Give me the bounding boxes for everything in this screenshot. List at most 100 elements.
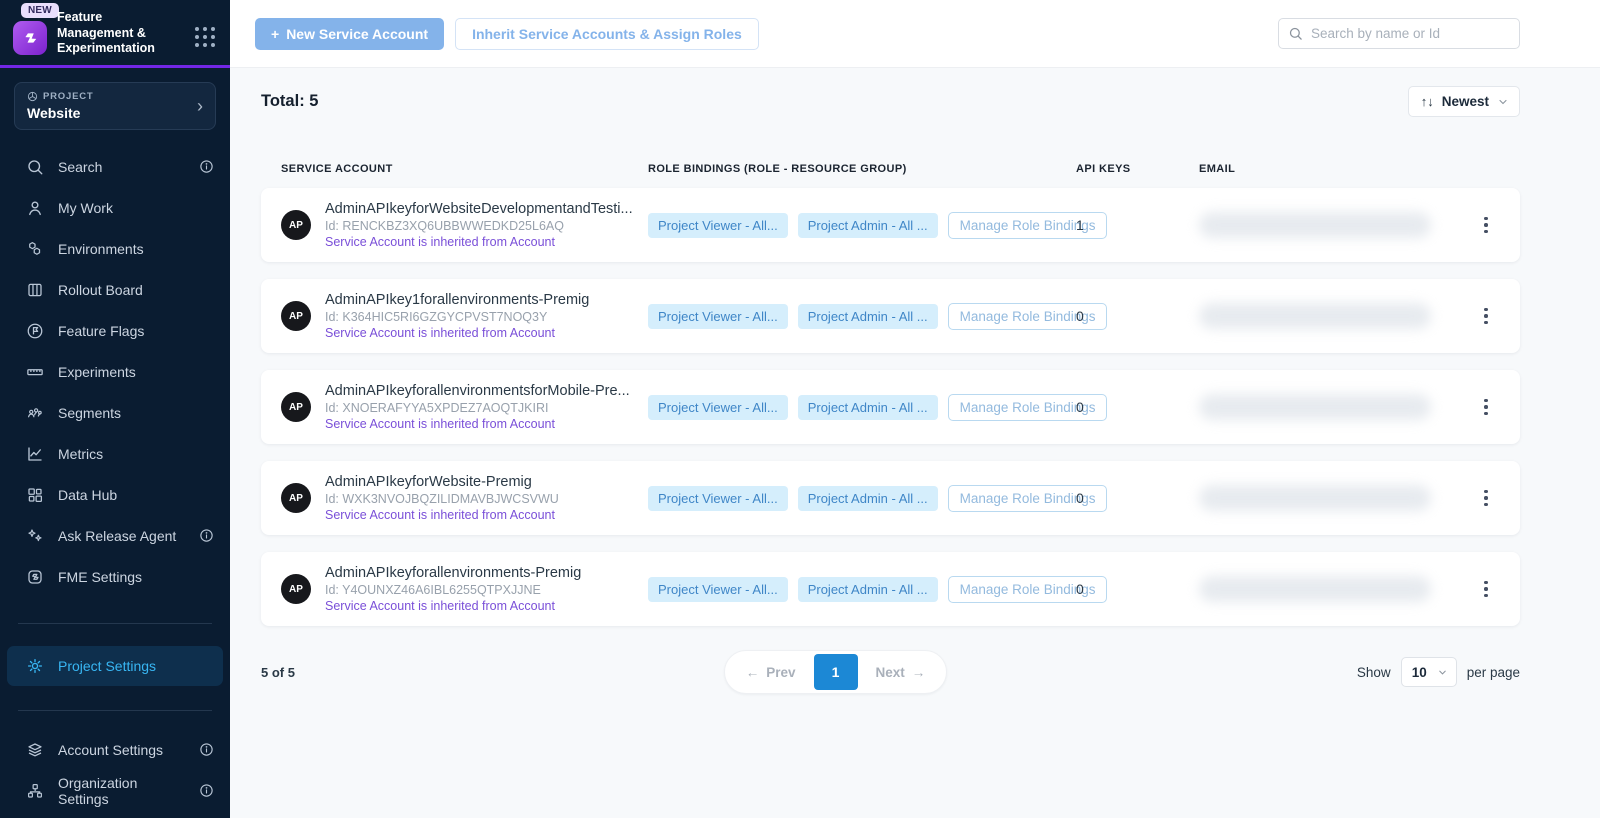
sidebar-item-rollout-board[interactable]: Rollout Board <box>0 269 230 310</box>
email-redacted <box>1199 485 1431 511</box>
service-account-id: Id: XNOERAFYYA5XPDEZ7AOQTJKIRI <box>325 401 630 415</box>
gear-icon <box>26 657 44 675</box>
api-keys-count: 0 <box>1076 308 1199 324</box>
app-logo-icon <box>13 21 47 55</box>
inherited-note: Service Account is inherited from Accoun… <box>325 508 559 522</box>
api-keys-count: 0 <box>1076 490 1199 506</box>
role-badge: Project Admin - All ... <box>798 577 938 602</box>
sidebar-item-metrics[interactable]: Metrics <box>0 433 230 474</box>
info-icon <box>199 159 214 174</box>
service-account-name: AdminAPIkeyforWebsite-Premig <box>325 474 559 490</box>
col-email: EMAIL <box>1199 163 1465 175</box>
col-role-bindings: ROLE BINDINGS (ROLE - RESOURCE GROUP) <box>648 163 1076 175</box>
sidebar-item-fme-settings[interactable]: FME Settings <box>0 556 230 597</box>
flag-circle-icon <box>26 322 44 340</box>
current-page[interactable]: 1 <box>814 654 858 690</box>
page-size-select[interactable]: 10 <box>1401 657 1457 687</box>
user-icon <box>26 199 44 217</box>
role-badge: Project Viewer - All... <box>648 577 788 602</box>
sidebar-item-segments[interactable]: Segments <box>0 392 230 433</box>
role-badge: Project Viewer - All... <box>648 395 788 420</box>
table-row: AP AdminAPIkeyforallenvironmentsforMobil… <box>261 370 1520 444</box>
sort-arrows-icon: ↑↓ <box>1421 94 1434 109</box>
search-icon <box>1288 26 1303 41</box>
service-account-name: AdminAPIkeyforallenvironmentsforMobile-P… <box>325 383 630 399</box>
service-account-id: Id: RENCKBZ3XQ6UBBWWEDKD25L6AQ <box>325 219 633 233</box>
new-badge: NEW <box>21 3 59 18</box>
info-icon <box>199 742 214 757</box>
email-redacted <box>1199 394 1431 420</box>
email-redacted <box>1199 303 1431 329</box>
service-account-id: Id: K364HIC5RI6GZGYCPVST7NOQ3Y <box>325 310 589 324</box>
api-keys-count: 0 <box>1076 581 1199 597</box>
app-root: NEW Feature Management & Experimentation… <box>0 0 1600 818</box>
next-page-button[interactable]: Next → <box>858 665 944 680</box>
table-row: AP AdminAPIkey1forallenvironments-Premig… <box>261 279 1520 353</box>
chevron-right-icon: › <box>197 97 203 115</box>
ruler-icon <box>26 363 44 381</box>
sidebar-nav: Search My Work Environments Rollout Boar… <box>0 146 230 597</box>
divider <box>18 623 212 624</box>
search-box <box>1278 18 1520 49</box>
hexagons-icon <box>26 240 44 258</box>
show-label: Show <box>1357 665 1391 680</box>
table-row: AP AdminAPIkeyforWebsiteDevelopmentandTe… <box>261 188 1520 262</box>
inherit-service-accounts-button[interactable]: Inherit Service Accounts & Assign Roles <box>455 18 759 50</box>
search-input[interactable] <box>1278 18 1520 49</box>
total-count: Total: 5 <box>261 92 318 111</box>
chevron-down-icon <box>1497 96 1509 108</box>
role-badge: Project Admin - All ... <box>798 213 938 238</box>
table-header: SERVICE ACCOUNT ROLE BINDINGS (ROLE - RE… <box>261 163 1520 175</box>
sort-dropdown[interactable]: ↑↓ Newest <box>1408 86 1520 117</box>
role-badge: Project Admin - All ... <box>798 304 938 329</box>
row-menu-button[interactable] <box>1477 308 1495 325</box>
sidebar-item-account-settings[interactable]: Account Settings <box>0 729 230 770</box>
avatar: AP <box>281 574 311 604</box>
row-menu-button[interactable] <box>1477 581 1495 598</box>
people-icon <box>26 404 44 422</box>
email-redacted <box>1199 212 1431 238</box>
service-account-id: Id: WXK3NVOJBQZILIDMAVBJWCSVWU <box>325 492 559 506</box>
sidebar-item-my-work[interactable]: My Work <box>0 187 230 228</box>
role-badge: Project Viewer - All... <box>648 486 788 511</box>
api-keys-count: 0 <box>1076 399 1199 415</box>
sidebar-bottom-nav: Account Settings Organization Settings <box>0 729 230 811</box>
inherited-note: Service Account is inherited from Accoun… <box>325 326 589 340</box>
sidebar-item-organization-settings[interactable]: Organization Settings <box>0 770 230 811</box>
sidebar-item-experiments[interactable]: Experiments <box>0 351 230 392</box>
avatar: AP <box>281 392 311 422</box>
info-icon <box>199 783 214 798</box>
service-account-name: AdminAPIkey1forallenvironments-Premig <box>325 292 589 308</box>
sidebar-item-data-hub[interactable]: Data Hub <box>0 474 230 515</box>
per-page-label: per page <box>1467 665 1520 680</box>
sparkles-icon <box>26 527 44 545</box>
col-service-account: SERVICE ACCOUNT <box>281 163 648 175</box>
app-title: Feature Management & Experimentation <box>57 10 179 57</box>
role-badge: Project Viewer - All... <box>648 304 788 329</box>
sidebar-item-project-settings[interactable]: Project Settings <box>7 646 223 686</box>
sidebar-header: NEW Feature Management & Experimentation <box>0 0 230 65</box>
avatar: AP <box>281 483 311 513</box>
sidebar-item-feature-flags[interactable]: Feature Flags <box>0 310 230 351</box>
row-menu-button[interactable] <box>1477 217 1495 234</box>
project-label: PROJECT <box>43 91 93 102</box>
row-menu-button[interactable] <box>1477 490 1495 507</box>
new-service-account-button[interactable]: + New Service Account <box>255 18 444 50</box>
row-menu-button[interactable] <box>1477 399 1495 416</box>
prev-page-button[interactable]: ← Prev <box>728 665 814 680</box>
table-row: AP AdminAPIkeyforWebsite-Premig Id: WXK3… <box>261 461 1520 535</box>
board-columns-icon <box>26 281 44 299</box>
sidebar: NEW Feature Management & Experimentation… <box>0 0 230 818</box>
project-selector[interactable]: PROJECT Website › <box>14 82 216 130</box>
sidebar-item-ask-release-agent[interactable]: Ask Release Agent <box>0 515 230 556</box>
service-account-name: AdminAPIkeyforWebsiteDevelopmentandTesti… <box>325 201 633 217</box>
apps-grid-icon[interactable] <box>195 27 216 48</box>
sidebar-item-environments[interactable]: Environments <box>0 228 230 269</box>
sidebar-item-search[interactable]: Search <box>0 146 230 187</box>
pagination: 5 of 5 ← Prev 1 Next → Show 10 <box>261 650 1520 694</box>
layers-gear-icon <box>26 741 44 759</box>
topbar: + New Service Account Inherit Service Ac… <box>230 0 1600 68</box>
grid-squares-icon <box>26 486 44 504</box>
org-tree-icon <box>26 782 44 800</box>
line-chart-icon <box>26 445 44 463</box>
